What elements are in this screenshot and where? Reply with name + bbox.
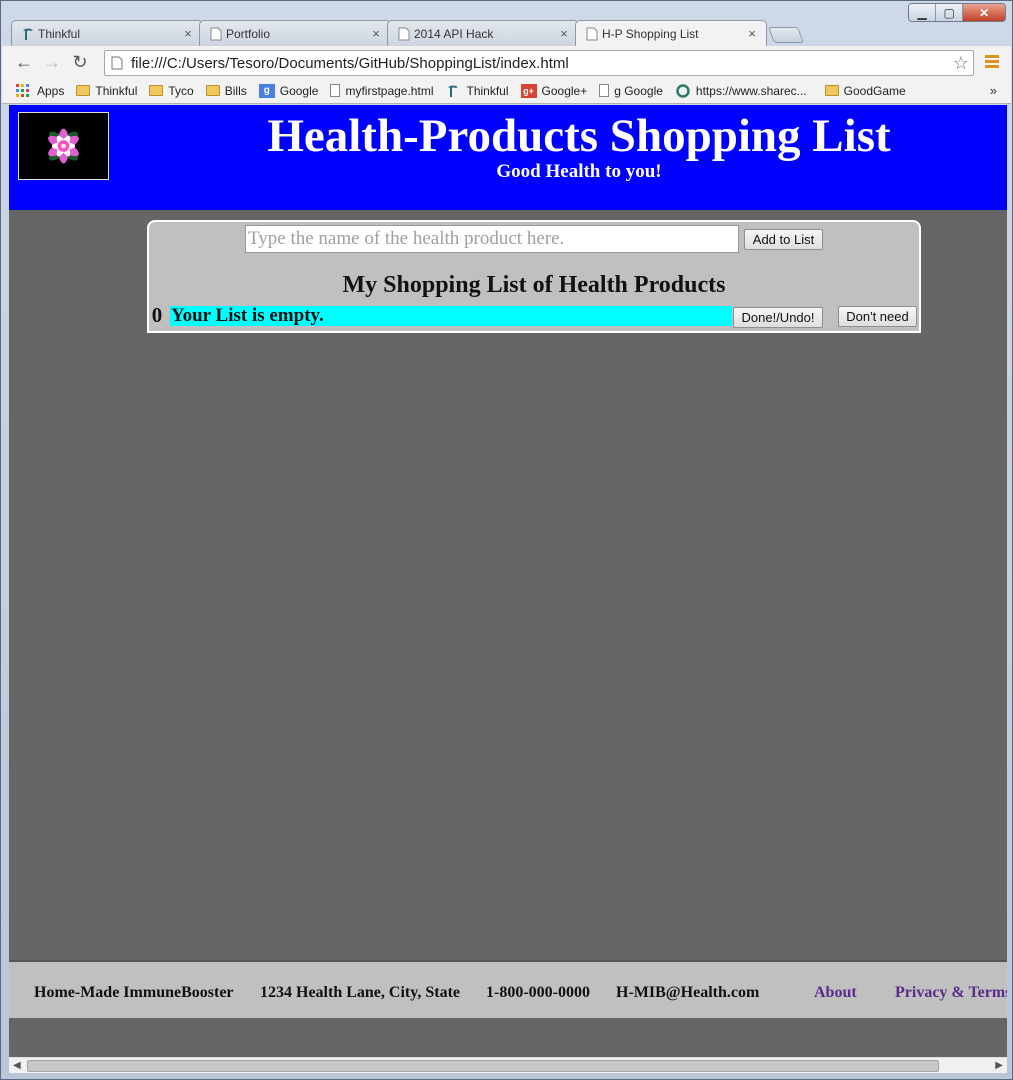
- page-icon: [330, 84, 341, 97]
- folder-icon: [205, 85, 220, 96]
- bookmark-thinkful-folder[interactable]: Thinkful: [76, 84, 137, 98]
- folder-icon: [76, 85, 91, 96]
- page-title: Health-Products Shopping List: [267, 110, 891, 162]
- title-bar: ▁ ▢ ✕ Thinkful × Portfolio × 2014 API Ha…: [1, 1, 1012, 47]
- tab-thinkful[interactable]: Thinkful ×: [11, 20, 203, 46]
- browser-toolbar: ← → ↻ file:///C:/Users/Tesoro/Documents/…: [2, 46, 1011, 78]
- close-tab-icon[interactable]: ×: [370, 26, 382, 41]
- page-icon: [586, 27, 598, 41]
- close-tab-icon[interactable]: ×: [746, 26, 758, 41]
- back-button[interactable]: ←: [10, 48, 38, 76]
- minimize-button[interactable]: ▁: [909, 4, 937, 21]
- bookmark-label: myfirstpage.html: [345, 83, 434, 98]
- page-viewport: Health-Products Shopping List Good Healt…: [9, 105, 1007, 1058]
- tab-title: Thinkful: [38, 26, 81, 41]
- scroll-right-icon[interactable]: ▶: [995, 1060, 1003, 1071]
- footer-phone: 1-800-000-0000: [486, 984, 590, 1001]
- thinkful-icon: [448, 85, 459, 97]
- bookmark-label: https://www.sharec...: [695, 83, 807, 98]
- page-icon: [599, 84, 610, 97]
- bookmark-label: Tyco: [168, 83, 194, 98]
- bookmark-label: Apps: [37, 83, 65, 98]
- page-icon: [210, 27, 222, 41]
- footer-privacy-link[interactable]: Privacy & Terms: [895, 984, 1007, 1002]
- page-footer: Home-Made ImmuneBooster 1234 Health Lane…: [9, 960, 1007, 1018]
- maximize-button[interactable]: ▢: [936, 4, 964, 21]
- sharecare-icon: [676, 83, 690, 98]
- thinkful-icon: [23, 28, 33, 40]
- reload-button[interactable]: ↻: [66, 48, 94, 76]
- tab-title: H-P Shopping List: [602, 26, 699, 41]
- footer-company: Home-Made ImmuneBooster: [34, 984, 234, 1001]
- bookmark-label: Bills: [224, 83, 247, 98]
- horizontal-scrollbar[interactable]: ◀ ▶: [9, 1057, 1007, 1073]
- dont-need-button[interactable]: Don't need: [838, 306, 917, 327]
- bookmark-star-icon[interactable]: ☆: [949, 53, 973, 74]
- bookmark-label: Thinkful: [95, 83, 138, 98]
- bookmark-label: Google: [279, 83, 319, 98]
- bookmark-thinkful[interactable]: Thinkful: [445, 83, 509, 98]
- google-plus-icon: g+: [520, 83, 537, 98]
- page-icon: [398, 27, 410, 41]
- bookmark-google-plus[interactable]: g+ Google+: [520, 83, 588, 98]
- bookmark-myfirstpage[interactable]: myfirstpage.html: [330, 84, 433, 98]
- bookmark-goodgame-folder[interactable]: GoodGame: [824, 83, 906, 98]
- close-window-button[interactable]: ✕: [963, 4, 1005, 21]
- flower-logo: [18, 112, 109, 180]
- page-header: Health-Products Shopping List Good Healt…: [9, 105, 1007, 210]
- bookmark-label: g Google: [614, 83, 663, 98]
- forward-button[interactable]: →: [38, 48, 66, 76]
- bookmarks-bar: Apps Thinkful Tyco Bills g Google myfirs…: [2, 78, 1011, 104]
- bookmark-sharecare[interactable]: https://www.sharec...: [675, 84, 807, 98]
- folder-icon: [149, 85, 164, 96]
- tab-portfolio[interactable]: Portfolio ×: [199, 20, 391, 46]
- bookmark-label: GoodGame: [843, 83, 906, 98]
- browser-window: ▁ ▢ ✕ Thinkful × Portfolio × 2014 API Ha…: [0, 0, 1013, 1080]
- item-count: 0: [151, 303, 163, 327]
- bookmarks-overflow-chevron-icon[interactable]: »: [990, 83, 997, 98]
- window-controls: ▁ ▢ ✕: [908, 3, 1006, 22]
- footer-email: H-MIB@Health.com: [616, 984, 760, 1001]
- new-tab-button[interactable]: [768, 27, 804, 43]
- tab-api-hack[interactable]: 2014 API Hack ×: [387, 20, 579, 46]
- google-icon: g: [258, 83, 275, 98]
- scroll-left-icon[interactable]: ◀: [13, 1060, 21, 1071]
- apps-icon: [16, 83, 32, 98]
- list-title: My Shopping List of Health Products: [342, 272, 726, 298]
- bookmark-bills-folder[interactable]: Bills: [205, 83, 247, 98]
- bookmark-g-google[interactable]: g Google: [599, 84, 663, 98]
- tab-shopping-list[interactable]: H-P Shopping List ×: [575, 20, 767, 46]
- footer-about-link[interactable]: About: [814, 984, 857, 1002]
- folder-icon: [824, 85, 839, 96]
- url-text: file:///C:/Users/Tesoro/Documents/GitHub…: [131, 54, 569, 72]
- tab-title: Portfolio: [226, 26, 271, 41]
- footer-address: 1234 Health Lane, City, State: [260, 984, 460, 1001]
- menu-icon[interactable]: [985, 55, 999, 69]
- close-tab-icon[interactable]: ×: [558, 26, 570, 41]
- list-item: Your List is empty.: [170, 306, 732, 326]
- tab-strip: Thinkful × Portfolio × 2014 API Hack × H…: [11, 20, 804, 46]
- bookmark-label: Thinkful: [466, 83, 509, 98]
- shopping-list-panel: Add to List My Shopping List of Health P…: [147, 220, 921, 333]
- bookmark-apps[interactable]: Apps: [16, 83, 65, 98]
- done-undo-button[interactable]: Done!/Undo!: [733, 307, 823, 328]
- bookmark-tyco-folder[interactable]: Tyco: [149, 83, 194, 98]
- page-icon: [111, 56, 123, 70]
- product-input[interactable]: [245, 225, 739, 253]
- close-tab-icon[interactable]: ×: [182, 26, 194, 41]
- address-bar[interactable]: file:///C:/Users/Tesoro/Documents/GitHub…: [104, 50, 974, 76]
- tab-title: 2014 API Hack: [414, 26, 494, 41]
- bookmark-label: Google+: [541, 83, 588, 98]
- scrollbar-thumb[interactable]: [27, 1060, 939, 1072]
- bookmark-google[interactable]: g Google: [258, 83, 319, 98]
- page-subtitle: Good Health to you!: [496, 161, 662, 182]
- add-to-list-button[interactable]: Add to List: [744, 229, 823, 250]
